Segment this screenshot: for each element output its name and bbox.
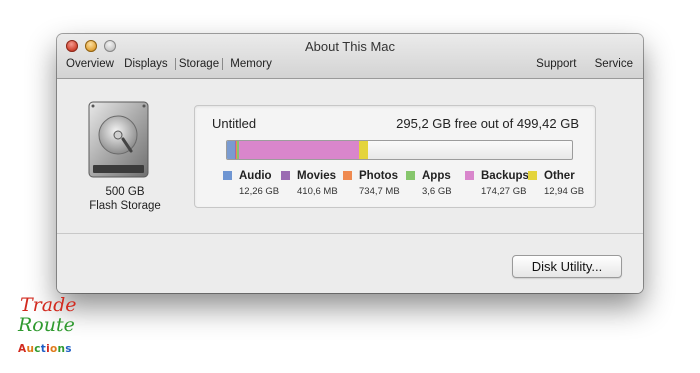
movies-swatch (281, 171, 290, 180)
disk-caption: 500 GB Flash Storage (75, 185, 175, 213)
other-swatch (528, 171, 537, 180)
window-title: About This Mac (304, 39, 396, 54)
trade-route-auctions-logo: Trade Route Auctions (16, 294, 86, 362)
legend-item-movies: Movies 410,6 MB (281, 170, 338, 197)
audio-swatch (223, 171, 232, 180)
legend-size: 12,26 GB (239, 186, 280, 197)
logo-line-trade: Trade (20, 294, 77, 316)
storage-pane: 500 GB Flash Storage Untitled 295,2 GB f… (57, 79, 643, 293)
volume-panel: Untitled 295,2 GB free out of 499,42 GB … (194, 105, 596, 208)
logo-line-auctions: Auctions (18, 343, 72, 355)
logo-letter: o (49, 343, 58, 355)
legend-item-audio: Audio 12,26 GB (223, 170, 279, 197)
legend-item-apps: Apps 3,6 GB (406, 170, 452, 197)
tab-support[interactable]: Support (536, 58, 576, 70)
legend-item-backups: Backups 174,27 GB (465, 170, 529, 197)
logo-line-route: Route (18, 314, 75, 336)
tab-bar-right: Support Service (521, 58, 633, 70)
titlebar: About This Mac Overview Displays Storage… (57, 34, 643, 79)
tab-storage[interactable]: Storage (174, 58, 224, 70)
about-this-mac-window: About This Mac Overview Displays Storage… (57, 34, 643, 293)
volume-name: Untitled (212, 116, 257, 131)
legend-label: Other (544, 170, 575, 182)
legend-size: 12,94 GB (544, 186, 585, 197)
divider (57, 233, 643, 234)
storage-segment-audio (227, 141, 235, 159)
legend-label: Movies (297, 170, 336, 182)
legend-item-other: Other 12,94 GB (528, 170, 584, 197)
tab-service[interactable]: Service (595, 58, 633, 70)
tab-overview[interactable]: Overview (66, 58, 114, 70)
legend-label: Backups (481, 170, 529, 182)
storage-usage-bar (226, 140, 573, 160)
legend-label: Audio (239, 170, 272, 182)
legend-label: Apps (422, 170, 451, 182)
hard-drive-icon (88, 101, 149, 178)
storage-legend: Audio 12,26 GB Movies 410,6 MB Photos 73… (223, 170, 584, 204)
tab-memory[interactable]: Memory (230, 58, 272, 70)
tab-bar-left: Overview Displays Storage Memory (66, 58, 279, 70)
legend-size: 410,6 MB (297, 186, 338, 197)
volume-free-space: 295,2 GB free out of 499,42 GB (396, 116, 579, 131)
storage-segment-other (359, 141, 368, 159)
legend-size: 174,27 GB (481, 186, 527, 197)
backups-swatch (465, 171, 474, 180)
disk-capacity: 500 GB (105, 186, 145, 198)
photos-swatch (343, 171, 352, 180)
apps-swatch (406, 171, 415, 180)
legend-item-photos: Photos 734,7 MB (343, 170, 400, 197)
tab-displays[interactable]: Displays (124, 58, 167, 70)
disk-utility-button[interactable]: Disk Utility... (512, 255, 622, 278)
legend-size: 734,7 MB (359, 186, 400, 197)
legend-label: Photos (359, 170, 398, 182)
storage-segment-backups (239, 141, 359, 159)
disk-type: Flash Storage (89, 200, 161, 212)
logo-letter: s (65, 343, 72, 355)
legend-size: 3,6 GB (422, 186, 452, 197)
